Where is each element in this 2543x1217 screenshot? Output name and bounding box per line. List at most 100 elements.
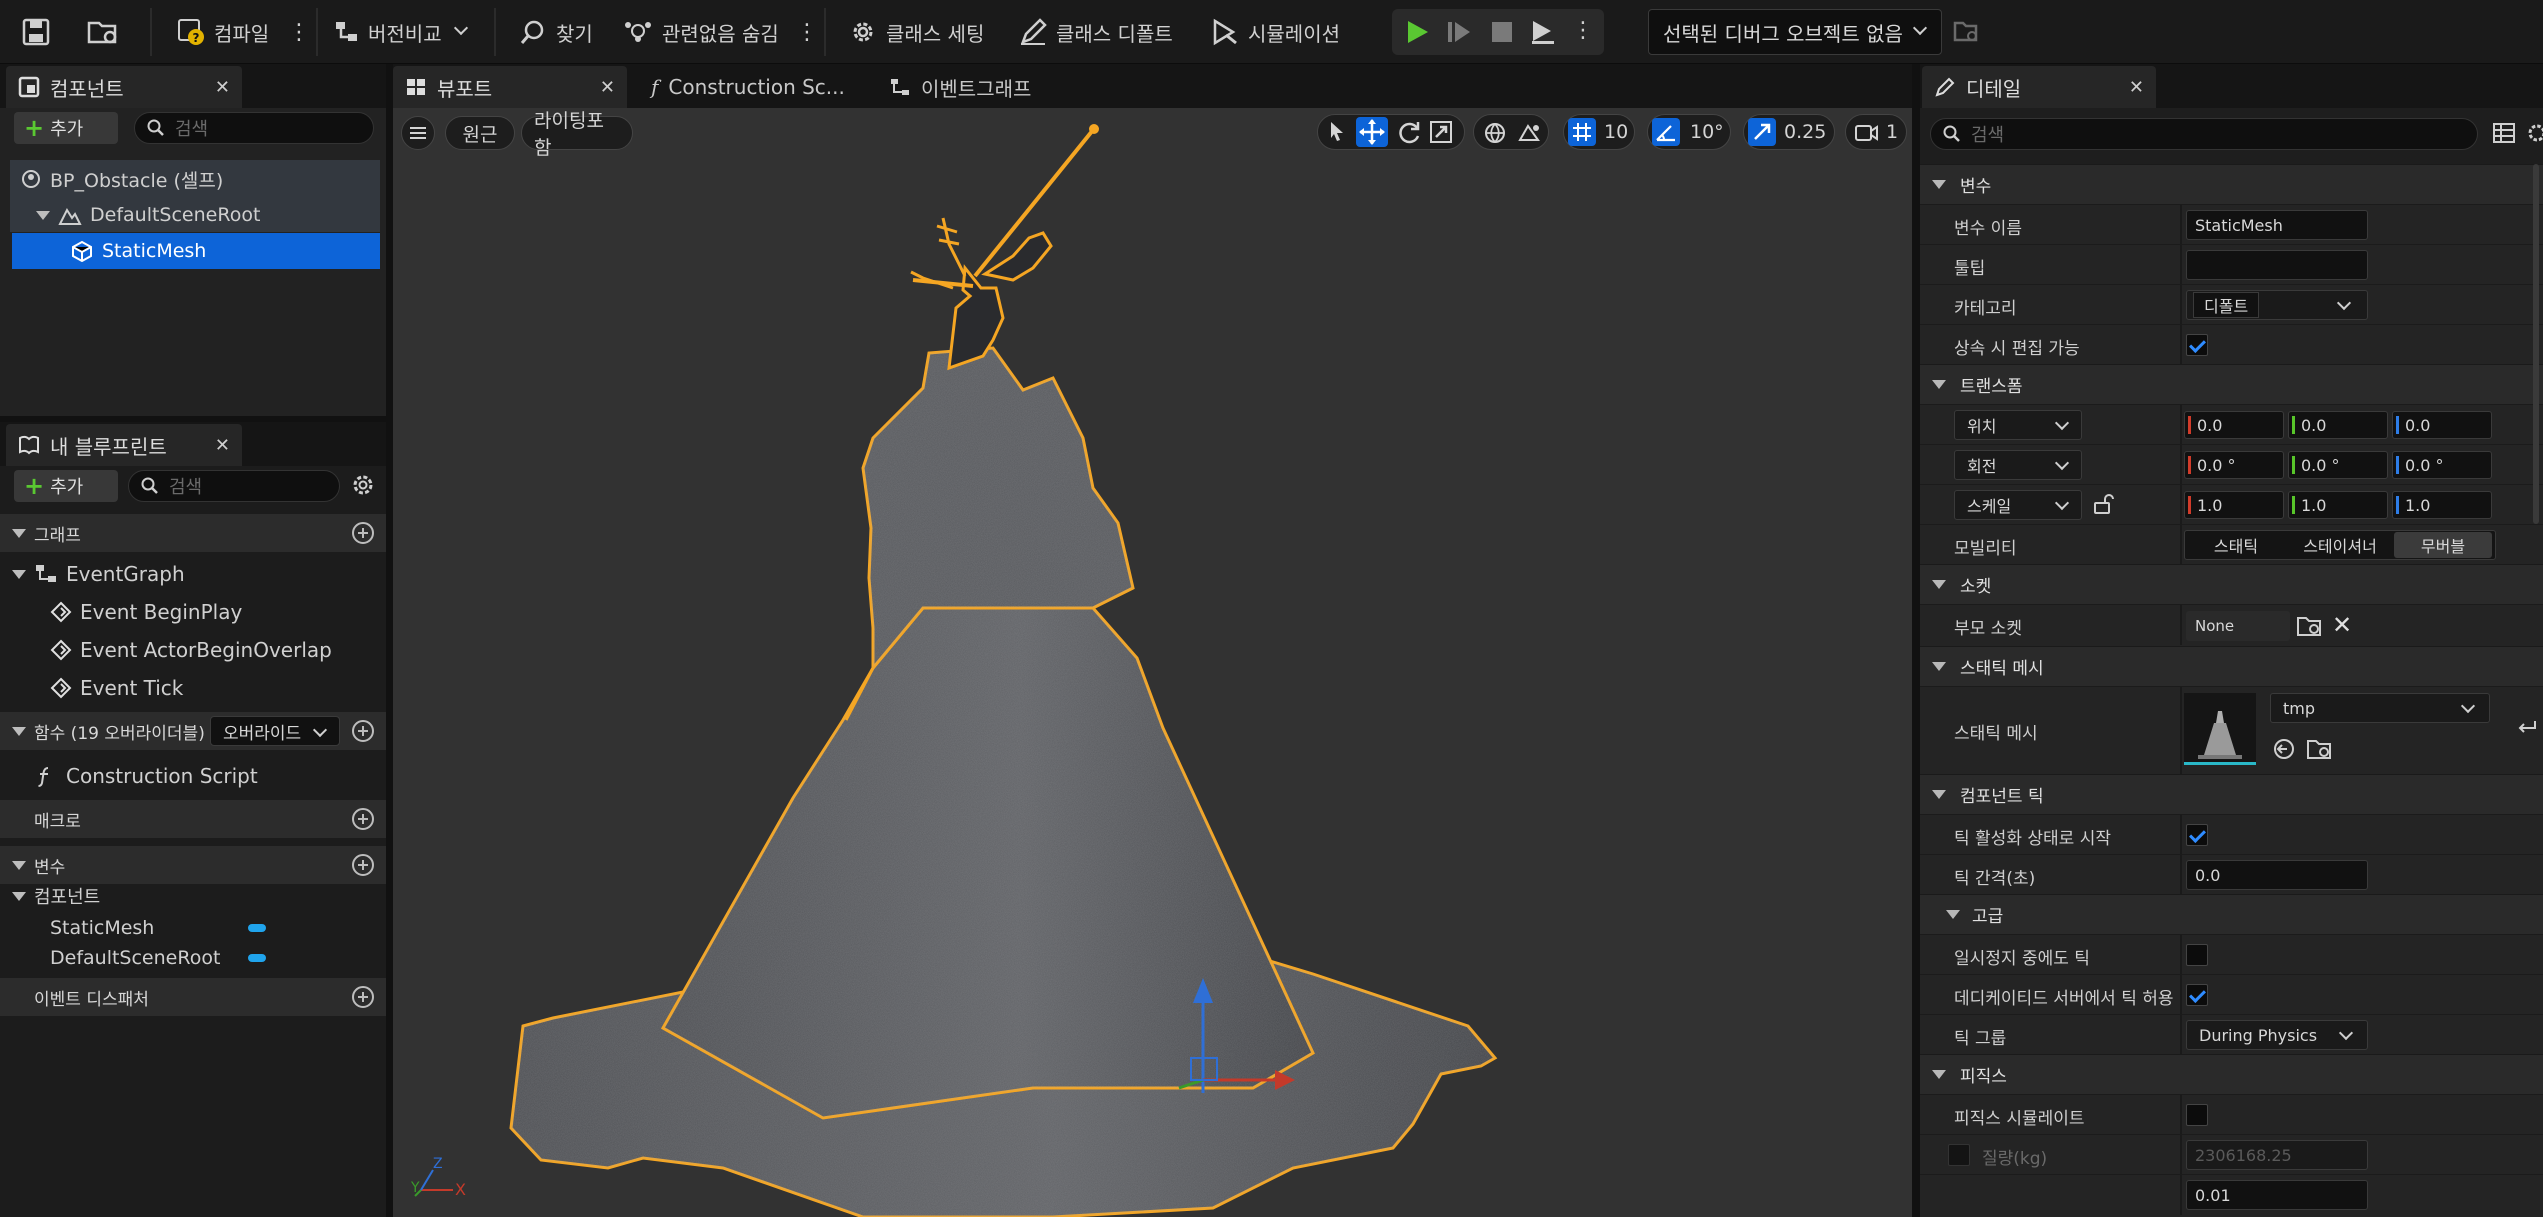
left-splitter[interactable] (386, 64, 393, 1217)
simulate-physics-checkbox[interactable] (2186, 1104, 2208, 1126)
parent-socket-input[interactable]: None (2186, 611, 2290, 641)
save-icon[interactable] (22, 18, 52, 46)
mesh-thumbnail[interactable] (2184, 693, 2256, 765)
tick-interval-input[interactable]: 0.0 (2186, 860, 2368, 890)
details-search-input[interactable]: 검색 (1930, 118, 2478, 150)
translate-mode-icon[interactable] (1356, 117, 1388, 147)
property-matrix-icon[interactable] (2492, 122, 2516, 144)
macros-section-header[interactable]: 매크로 (0, 800, 386, 838)
tree-item-self[interactable]: BP_Obstacle (셀프) (10, 161, 380, 197)
surface-snap-icon[interactable] (1516, 120, 1542, 146)
add-component-button[interactable]: + 추가 (14, 112, 118, 144)
component-tick-section-header[interactable]: 컴포넌트 틱 (1920, 774, 2543, 814)
rotate-mode-icon[interactable] (1396, 119, 1422, 145)
mass-override-checkbox[interactable] (1948, 1144, 1970, 1166)
scale-z-input[interactable]: 1.0 (2392, 491, 2492, 519)
rotation-z-input[interactable]: 0.0 ° (2392, 451, 2492, 479)
browse-folder-icon[interactable] (86, 17, 120, 47)
step-forward-icon[interactable] (1446, 19, 1472, 45)
tick-paused-checkbox[interactable] (2186, 944, 2208, 966)
advanced-section-header[interactable]: 고급 (1920, 894, 2543, 934)
tree-item-default-scene-root[interactable]: DefaultSceneRoot (36, 197, 380, 233)
var-name-input[interactable]: StaticMesh (2186, 210, 2368, 240)
select-cursor-icon[interactable] (1324, 119, 1350, 145)
rotation-x-input[interactable]: 0.0 ° (2184, 451, 2284, 479)
diff-button[interactable]: 버전비교 (334, 10, 468, 54)
camera-speed-value[interactable]: 1 (1886, 121, 1898, 143)
mobility-stationary-option[interactable]: 스테이셔너 (2288, 530, 2392, 560)
scale-y-input[interactable]: 1.0 (2288, 491, 2388, 519)
linear-damping-input[interactable]: 0.01 (2186, 1180, 2368, 1210)
category-value[interactable]: 디폴트 (2193, 292, 2260, 318)
unlock-icon[interactable] (2092, 493, 2114, 515)
close-icon[interactable]: ✕ (215, 435, 230, 456)
scale-mode-dropdown[interactable]: 스케일 (1954, 490, 2082, 520)
scale-snap-icon[interactable] (1748, 118, 1776, 146)
rotation-y-input[interactable]: 0.0 ° (2288, 451, 2388, 479)
tree-item-static-mesh[interactable]: StaticMesh (12, 233, 380, 269)
tick-group-dropdown[interactable]: During Physics (2186, 1020, 2368, 1050)
location-z-input[interactable]: 0.0 (2392, 411, 2492, 439)
dedicated-tick-checkbox[interactable] (2186, 984, 2208, 1006)
scale-snap-group[interactable]: 0.25 (1743, 114, 1835, 150)
obstacle-mesh[interactable] (393, 108, 1912, 1217)
rotation-mode-dropdown[interactable]: 회전 (1954, 450, 2082, 480)
event-item-beginplay[interactable]: Event BeginPlay (50, 596, 242, 628)
grid-snap-group[interactable]: 10 (1563, 114, 1635, 150)
components-search-input[interactable]: 검색 (134, 112, 374, 144)
simulation-button[interactable]: 시뮬레이션 (1210, 10, 1340, 54)
add-dispatcher-icon[interactable] (352, 986, 374, 1008)
debug-object-select[interactable]: 선택된 디버그 오브젝트 없음 (1648, 9, 1942, 55)
add-function-icon[interactable] (352, 720, 374, 742)
settings-gear-icon[interactable] (350, 472, 376, 498)
expand-arrow-icon[interactable] (36, 210, 50, 220)
tab-viewport[interactable]: 뷰포트 ✕ (393, 66, 627, 108)
browse-socket-icon[interactable] (2296, 614, 2322, 638)
play-options-icon[interactable]: ⋮ (1572, 18, 1594, 43)
left-horizontal-splitter[interactable] (0, 416, 386, 422)
event-item-tick[interactable]: Event Tick (50, 672, 183, 704)
rotation-snap-value[interactable]: 10° (1690, 121, 1724, 143)
play-icon[interactable] (1404, 19, 1430, 45)
add-variable-icon[interactable] (352, 854, 374, 876)
clear-socket-icon[interactable]: ✕ (2332, 611, 2352, 639)
stop-icon[interactable] (1490, 20, 1514, 44)
location-x-input[interactable]: 0.0 (2184, 411, 2284, 439)
camera-speed-group[interactable]: 1 (1845, 114, 1907, 150)
location-mode-dropdown[interactable]: 위치 (1954, 410, 2082, 440)
world-globe-icon[interactable] (1482, 120, 1508, 146)
dispatchers-section-header[interactable]: 이벤트 디스패처 (0, 978, 386, 1016)
close-icon[interactable]: ✕ (2129, 77, 2144, 98)
expand-arrow-icon[interactable] (12, 891, 26, 901)
editable-inherit-checkbox[interactable] (2186, 334, 2208, 356)
hide-unrelated-button[interactable]: 관련없음 숨김 (622, 10, 779, 54)
compile-options-icon[interactable]: ⋮ (288, 20, 310, 45)
static-mesh-section-header[interactable]: 스태틱 메시 (1920, 646, 2543, 686)
scale-x-input[interactable]: 1.0 (2184, 491, 2284, 519)
rotation-snap-group[interactable]: 10° (1647, 114, 1731, 150)
compile-button[interactable]: ? 컴파일 (176, 10, 269, 54)
expand-arrow-icon[interactable] (12, 569, 26, 579)
grid-snap-icon[interactable] (1568, 118, 1596, 146)
browse-asset-icon[interactable] (2306, 737, 2332, 761)
tooltip-input[interactable] (2186, 250, 2368, 280)
close-icon[interactable]: ✕ (600, 77, 615, 98)
tab-details[interactable]: 디테일 ✕ (1922, 66, 2156, 108)
event-item-actorbeginoverlap[interactable]: Event ActorBeginOverlap (50, 634, 332, 666)
right-splitter[interactable] (1912, 64, 1920, 1217)
construction-script-item[interactable]: Construction Script (34, 760, 258, 792)
scale-mode-icon[interactable] (1428, 119, 1454, 145)
use-selected-asset-icon[interactable] (2272, 737, 2296, 761)
variable-section-header[interactable]: 변수 (1920, 164, 2543, 204)
mobility-movable-option[interactable]: 무버블 (2394, 532, 2492, 558)
add-macro-icon[interactable] (352, 808, 374, 830)
transform-section-header[interactable]: 트랜스폼 (1920, 364, 2543, 404)
scale-snap-value[interactable]: 0.25 (1784, 121, 1826, 143)
functions-section-header[interactable]: 함수 (19 오버라이더블) 오버라이드 (0, 712, 386, 750)
add-member-button[interactable]: + 추가 (14, 470, 118, 502)
graphs-section-header[interactable]: 그래프 (0, 514, 386, 552)
components-var-group[interactable]: 컴포넌트 (12, 882, 100, 910)
reset-arrow-icon[interactable] (2516, 717, 2538, 737)
grid-snap-value[interactable]: 10 (1604, 121, 1628, 143)
eject-icon[interactable] (1530, 19, 1558, 45)
